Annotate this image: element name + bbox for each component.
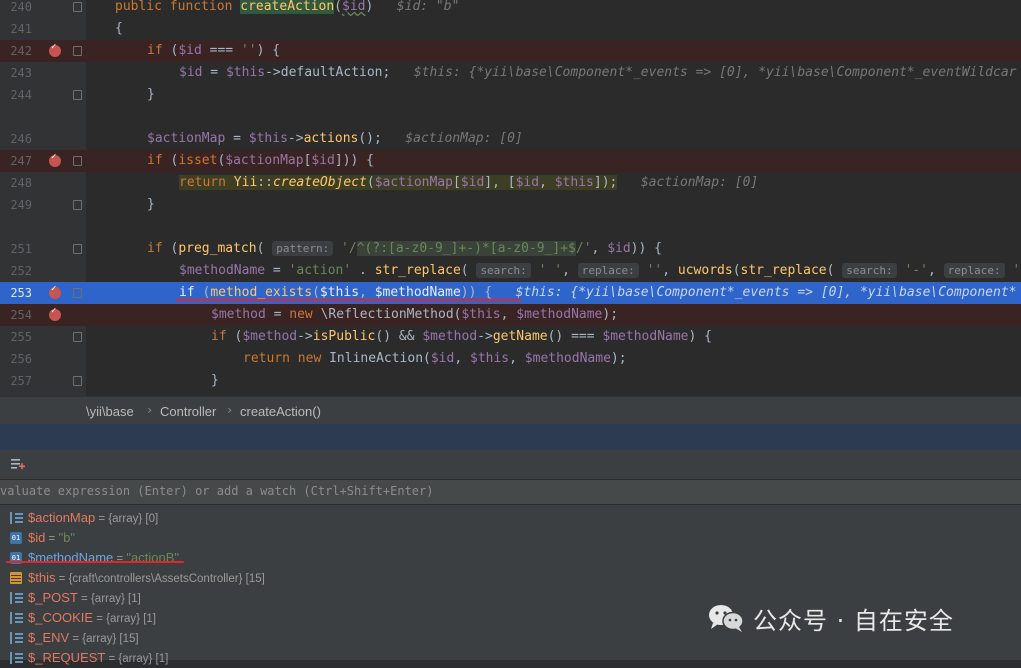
line-number: 254 [10, 308, 32, 322]
code-text: } [147, 197, 155, 212]
code-text: if (preg_match( pattern: '/^(?:[a-z0-9_]… [147, 241, 662, 256]
code-text: } [211, 373, 219, 388]
code-line[interactable]: 247 if (isset($actionMap[$id])) { [0, 150, 1021, 172]
array-type-icon [10, 632, 24, 644]
variable-name: $_ENV = {array} [15] [28, 630, 139, 645]
breadcrumb-separator-icon: › [146, 403, 154, 417]
line-number: 248 [10, 176, 32, 190]
code-text: return Yii::createObject($actionMap[$id]… [179, 175, 759, 190]
code-line[interactable]: 246 $actionMap = $this->actions(); $actio… [0, 128, 1021, 150]
array-type-icon [10, 592, 24, 604]
code-line[interactable]: 256 return new InlineAction($id, $this, $… [0, 348, 1021, 370]
line-number: 256 [10, 352, 32, 366]
line-number: 252 [10, 264, 32, 278]
line-number: 255 [10, 330, 32, 344]
code-line[interactable]: 244} [0, 84, 1021, 106]
fold-marker-icon[interactable] [73, 332, 82, 342]
code-line[interactable]: 240 public function createAction($id) $id… [0, 0, 1021, 18]
code-text: if ($id === '') { [147, 43, 281, 58]
breadcrumb-class[interactable]: Controller [160, 404, 216, 419]
breakpoint-icon[interactable] [49, 306, 61, 321]
fold-marker-icon[interactable] [73, 376, 82, 386]
line-number: 249 [10, 198, 32, 212]
fold-marker-icon[interactable] [73, 46, 82, 56]
code-text: $methodName = 'action' . str_replace( se… [179, 263, 1021, 278]
breakpoint-icon[interactable] [49, 152, 61, 167]
line-number: 257 [10, 374, 32, 388]
variable-name: $this = {craft\controllers\AssetsControl… [28, 570, 265, 585]
code-text: return new InlineAction($id, $this, $met… [243, 351, 627, 366]
line-number: 240 [10, 0, 32, 14]
annotation-underline-method-exists [176, 299, 522, 301]
watermark-text: 公众号 · 自在安全 [753, 606, 954, 635]
add-watch-icon[interactable] [10, 456, 26, 472]
code-text: if (isset($actionMap[$id])) { [147, 153, 375, 168]
array-type-icon [10, 652, 24, 664]
code-line[interactable]: 252 $methodName = 'action' . str_replace(… [0, 260, 1021, 282]
breakpoint-icon[interactable] [49, 284, 61, 299]
evaluate-expression-input[interactable]: valuate expression (Enter) or add a watc… [0, 479, 1021, 505]
annotation-underline-methodname [6, 561, 184, 563]
code-text: } [147, 87, 155, 102]
variable-name: $actionMap = {array} [0] [28, 510, 159, 525]
code-text: { [115, 21, 123, 36]
fold-marker-icon[interactable] [73, 288, 82, 298]
variable-name: $_COOKIE = {array} [1] [28, 610, 157, 625]
fold-marker-icon[interactable] [73, 2, 82, 12]
fold-marker-icon[interactable] [73, 156, 82, 166]
fold-marker-icon[interactable] [73, 244, 82, 254]
variable-row[interactable]: 01 $id = "b" [0, 528, 700, 548]
code-line[interactable]: 257} [0, 370, 1021, 392]
variable-name: $id = "b" [28, 530, 75, 545]
debug-tool-window-header [0, 424, 1021, 450]
breadcrumb-namespace[interactable]: \yii\base [86, 404, 134, 419]
array-type-icon [10, 612, 24, 624]
code-line[interactable]: 251 if (preg_match( pattern: '/^(?:[a-z0-… [0, 238, 1021, 260]
code-text: if ($method->isPublic() && $method->getN… [211, 329, 712, 344]
line-number: 244 [10, 88, 32, 102]
watermark: 公众号 · 自在安全 [707, 598, 954, 638]
primitive-type-icon: 01 [10, 532, 22, 544]
line-number: 247 [10, 154, 32, 168]
code-line[interactable]: 255 if ($method->isPublic() && $method->g… [0, 326, 1021, 348]
breakpoint-icon[interactable] [49, 42, 61, 57]
variable-row[interactable]: $this = {craft\controllers\AssetsControl… [0, 568, 700, 588]
fold-marker-icon[interactable] [73, 90, 82, 100]
variable-row[interactable]: $actionMap = {array} [0] [0, 508, 700, 528]
breadcrumb: \yii\base › Controller › createAction() [0, 396, 1021, 425]
code-line[interactable]: 254 $method = new \ReflectionMethod($this… [0, 304, 1021, 326]
line-number: 241 [10, 22, 32, 36]
line-number: 253 [10, 286, 32, 300]
code-editor[interactable]: 240 public function createAction($id) $id… [0, 0, 1021, 396]
variable-row[interactable]: $_POST = {array} [1] [0, 588, 700, 608]
variable-name: $_POST = {array} [1] [28, 590, 141, 605]
code-line[interactable]: 249} [0, 194, 1021, 216]
object-type-icon [10, 572, 22, 584]
array-type-icon [10, 512, 24, 524]
code-text: public function createAction($id) $id: "… [115, 0, 460, 14]
evaluate-placeholder: valuate expression (Enter) or add a watc… [0, 484, 434, 498]
code-line[interactable]: 243 $id = $this->defaultAction; $this: {*… [0, 62, 1021, 84]
watch-toolbar [0, 450, 1021, 478]
variable-name: $_REQUEST = {array} [1] [28, 650, 169, 665]
code-text: $id = $this->defaultAction; $this: {*yii… [179, 65, 1017, 80]
code-text: $actionMap = $this->actions(); $actionMa… [147, 131, 523, 146]
line-number: 246 [10, 132, 32, 146]
code-line[interactable]: 241 { [0, 18, 1021, 40]
code-line[interactable]: 248 return Yii::createObject($actionMap[$… [0, 172, 1021, 194]
code-line[interactable]: 242 if ($id === '') { [0, 40, 1021, 62]
variable-row[interactable]: $_COOKIE = {array} [1] [0, 608, 700, 628]
line-number: 243 [10, 66, 32, 80]
debugger-panel: valuate expression (Enter) or add a watc… [0, 450, 1021, 665]
wechat-icon [707, 603, 745, 633]
code-text: $method = new \ReflectionMethod($this, $… [211, 307, 619, 322]
variable-row[interactable]: $_REQUEST = {array} [1] [0, 648, 700, 668]
breadcrumb-separator-icon: › [226, 403, 234, 417]
variable-row[interactable]: 01 $methodName = "actionB" [0, 548, 700, 568]
fold-marker-icon[interactable] [73, 200, 82, 210]
line-number: 242 [10, 44, 32, 58]
line-number: 251 [10, 242, 32, 256]
breadcrumb-method[interactable]: createAction() [240, 404, 321, 419]
variable-row[interactable]: $_ENV = {array} [15] [0, 628, 700, 648]
